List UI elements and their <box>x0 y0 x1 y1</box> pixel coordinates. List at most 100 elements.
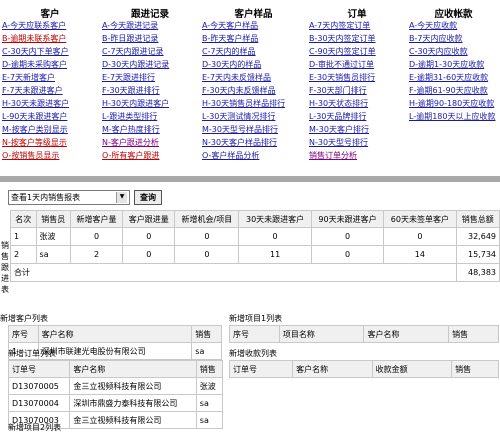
menu-link[interactable]: F-30天跟进排行 <box>102 84 200 97</box>
column-header: 订单号 <box>228 360 294 378</box>
menu-link[interactable]: O-按销售员显示 <box>2 149 100 162</box>
menu-link[interactable]: O-客户样品分析 <box>202 149 307 162</box>
menu-link[interactable]: B-昨日跟进记录 <box>102 32 200 45</box>
total-label: 合计 <box>10 263 457 282</box>
column-header: 30天未跟进客户 <box>238 210 312 228</box>
new-projects-table-wrap: 序号 项目名称 客户名称 销售 <box>229 325 499 343</box>
menu-link[interactable]: E-7天新增客户 <box>2 71 100 84</box>
menu-link[interactable]: L-逾期180天以上应收款 <box>409 110 500 123</box>
menu-link[interactable]: A-今天应收款 <box>409 19 500 32</box>
menu-link[interactable]: F-30天内未反馈样品 <box>202 84 307 97</box>
table-cell: 金三立视频科技有限公司 <box>69 411 197 429</box>
table-cell: 0 <box>122 245 176 264</box>
menu-link[interactable]: D-30天内跟进记录 <box>102 58 200 71</box>
menu-link[interactable]: A-今天跟进记录 <box>102 19 200 32</box>
menu-link[interactable]: E-7天内未反馈样品 <box>202 71 307 84</box>
menu-link[interactable]: A-7天内签定订单 <box>309 19 407 32</box>
menu-link[interactable]: C-30天内应收款 <box>409 45 500 58</box>
menu-link[interactable]: D-逾期1-30天应收款 <box>409 58 500 71</box>
menu-link[interactable]: M-30天型号样品排行 <box>202 123 307 136</box>
menu-link[interactable]: C-7天内跟进记录 <box>102 45 200 58</box>
menu-link[interactable]: B-30天内签定订单 <box>309 32 407 45</box>
side-label-char: 销 <box>1 241 9 250</box>
menu-link[interactable]: N-按客户等级显示 <box>2 136 100 149</box>
column-header: 客户名称 <box>292 360 373 378</box>
section-divider <box>0 176 500 182</box>
menu-link[interactable]: M-30天客户排行 <box>309 123 407 136</box>
menu-link[interactable]: H-30天状态排行 <box>309 97 407 110</box>
new-receipts-title: 新增收款列表 <box>229 349 277 358</box>
menu-column-samples: 客户样品 A-今天客户样品 B-昨天客户样品 C-7天内的样品 D-30天内的样品 E-… <box>200 0 307 172</box>
menu-link[interactable]: F-7天未跟进客户 <box>2 84 100 97</box>
menu-link[interactable]: E-7天跟进排行 <box>102 71 200 84</box>
column-header: 序号 <box>8 325 39 343</box>
table-cell: 深圳市鼎盛力泰科技有限公司 <box>69 394 197 412</box>
menu-link[interactable]: D-审批不通过订单 <box>309 58 407 71</box>
menu-link[interactable]: H-30天内跟进客户 <box>102 97 200 110</box>
menu-link[interactable]: F-逾期61-90天应收款 <box>409 84 500 97</box>
query-button[interactable]: 查询 <box>134 190 162 205</box>
new-projects-2-title: 新增项目2列表 <box>8 423 62 432</box>
table-cell: sa <box>195 394 224 412</box>
menu-link[interactable]: L-30天测试情况排行 <box>202 110 307 123</box>
menu-link[interactable]: A-今天应联系客户 <box>2 19 100 32</box>
menu-link[interactable]: O-所有客户跟进 <box>102 149 200 162</box>
menu-link[interactable]: C-7天内的样品 <box>202 45 307 58</box>
table-cell: 32,649 <box>455 227 500 246</box>
table-header-row: 名次 销售员 新增客户量 客户跟进量 新增机会/项目 30天未跟进客户 90天未跟进客户 60… <box>10 210 500 228</box>
menu-link[interactable]: M-按客户类别显示 <box>2 123 100 136</box>
new-projects-table: 序号 项目名称 客户名称 销售 <box>229 325 499 343</box>
menu-column-title: 应收帐款 <box>434 9 473 20</box>
menu-link[interactable]: L-90天未跟进客户 <box>2 110 100 123</box>
menu-column-title: 客户样品 <box>234 9 273 20</box>
column-header: 销售 <box>448 325 499 343</box>
menu-link[interactable]: C-30天内下单客户 <box>2 45 100 58</box>
table-header-row: 序号 项目名称 客户名称 销售 <box>229 325 499 343</box>
table-cell: 11 <box>238 245 312 264</box>
menu-link[interactable]: B-7天内应收款 <box>409 32 500 45</box>
menu-link[interactable]: H-30天销售员样品排行 <box>202 97 307 110</box>
menu-list: A-今天客户样品 B-昨天客户样品 C-7天内的样品 D-30天内的样品 E-7天内未反… <box>200 19 307 162</box>
column-header: 客户名称 <box>69 360 197 378</box>
column-header: 客户跟进量 <box>122 210 176 228</box>
menu-link[interactable]: 销售订单分析 <box>309 149 407 162</box>
menu-link[interactable]: L-跟进类型排行 <box>102 110 200 123</box>
menu-link[interactable]: H-逾期90-180天应收款 <box>409 97 500 110</box>
table-cell: 0 <box>238 227 312 246</box>
menu-link[interactable]: N-30天型号排行 <box>309 136 407 149</box>
column-header: 销售总额 <box>455 210 500 228</box>
table-cell: 张波 <box>35 227 71 246</box>
new-orders-title: 新增订单列表 <box>8 349 56 358</box>
menu-link[interactable]: N-客户跟进分析 <box>102 136 200 149</box>
menu-link[interactable]: B-昨天客户样品 <box>202 32 307 45</box>
menu-link[interactable]: B-逾期未联系客户 <box>2 32 100 45</box>
menu-column-orders: 订单 A-7天内签定订单 B-30天内签定订单 C-90天内签定订单 D-审批不通过订… <box>307 0 407 172</box>
new-receipts-table-wrap: 订单号 客户名称 收款金额 销售 <box>228 360 499 378</box>
menu-link[interactable]: L-30天品牌排行 <box>309 110 407 123</box>
menu-link[interactable]: D-30天内的样品 <box>202 58 307 71</box>
chevron-down-icon[interactable]: ▼ <box>116 192 127 203</box>
column-header: 销售 <box>195 360 224 378</box>
menu-link[interactable]: N-30天客户样品排行 <box>202 136 307 149</box>
column-header: 销售员 <box>35 210 71 228</box>
menu-list: A-今天应收款 B-7天内应收款 C-30天内应收款 D-逾期1-30天应收款 E-逾期… <box>407 19 500 123</box>
report-period-value: 查看1天内销售报表 <box>11 193 81 202</box>
column-header: 新增机会/项目 <box>174 210 240 228</box>
menu-link[interactable]: D-逾期未采购客户 <box>2 58 100 71</box>
menu-link[interactable]: E-30天销售员排行 <box>309 71 407 84</box>
menu-list: A-今天应联系客户 B-逾期未联系客户 C-30天内下单客户 D-逾期未采购客户 E-7… <box>0 19 100 162</box>
side-label-char: 跟 <box>1 263 9 272</box>
menu-link[interactable]: A-今天客户样品 <box>202 19 307 32</box>
report-period-select[interactable]: 查看1天内销售报表 ▼ <box>8 190 130 205</box>
menu-link[interactable]: M-客户热度排行 <box>102 123 200 136</box>
menu-column-title: 跟进记录 <box>130 9 169 20</box>
table-row: 1 张波 0 0 0 0 0 0 32,649 <box>10 227 500 246</box>
menu-link[interactable]: C-90天内签定订单 <box>309 45 407 58</box>
menu-link[interactable]: H-30天未跟进客户 <box>2 97 100 110</box>
table-cell: 2 <box>69 245 124 264</box>
new-orders-table: 订单号 客户名称 销售 D13070005 金三立视频科技有限公司 张波 D13070004… <box>7 360 224 429</box>
menu-link[interactable]: F-30天部门排行 <box>309 84 407 97</box>
menu-link[interactable]: E-逾期31-60天应收款 <box>409 71 500 84</box>
menu-column-title: 订单 <box>347 9 367 20</box>
total-row: 合计 48,383 <box>10 263 500 282</box>
